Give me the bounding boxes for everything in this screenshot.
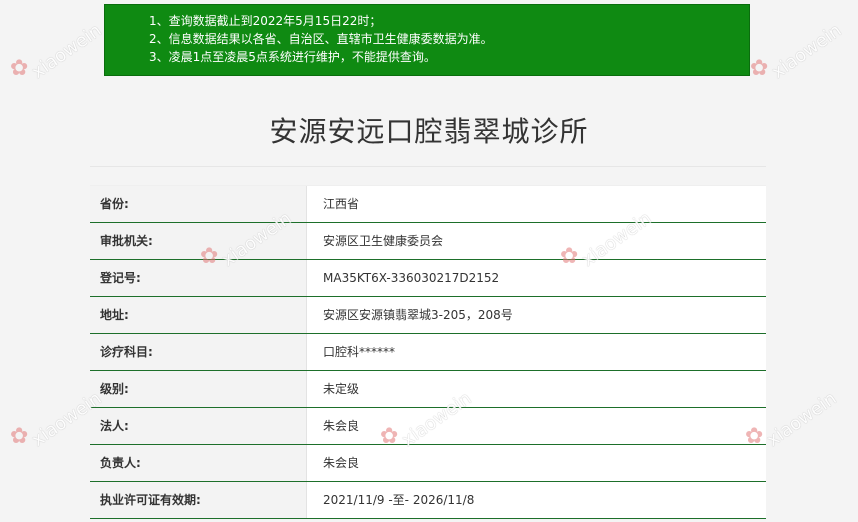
table-row: 登记号: MA35KT6X-336030217D2152 xyxy=(90,260,766,297)
row-label: 审批机关: xyxy=(90,223,306,259)
table-row: 审批机关: 安源区卫生健康委员会 xyxy=(90,223,766,260)
clinic-title: 安源安远口腔翡翠城诊所 xyxy=(269,115,589,148)
notice-line-3: 3、凌晨1点至凌晨5点系统进行维护，不能提供查询。 xyxy=(149,50,436,64)
row-label: 法人: xyxy=(90,408,306,444)
row-value: 朱会良 xyxy=(306,408,766,444)
watermark-text: xiaowein xyxy=(762,387,841,451)
row-value: 安源区安源镇翡翠城3-205，208号 xyxy=(306,297,766,333)
watermark: ✿ xiaowein xyxy=(745,388,855,451)
row-label: 省份: xyxy=(90,186,306,222)
notice-banner: 1、查询数据截止到2022年5月15日22时； 2、信息数据结果以各省、自治区、… xyxy=(104,4,750,76)
table-row: 负责人: 朱会良 xyxy=(90,445,766,482)
table-row: 地址: 安源区安源镇翡翠城3-205，208号 xyxy=(90,297,766,334)
table-row: 省份: 江西省 xyxy=(90,186,766,223)
row-value: MA35KT6X-336030217D2152 xyxy=(306,260,766,296)
watermark-text: xiaowein xyxy=(27,19,106,83)
watermark-text: xiaowein xyxy=(767,19,846,83)
row-value: 安源区卫生健康委员会 xyxy=(306,223,766,259)
row-value: 口腔科****** xyxy=(306,334,766,370)
table-row: 执业许可证有效期: 2021/11/9 -至- 2026/11/8 xyxy=(90,482,766,519)
row-label: 地址: xyxy=(90,297,306,333)
table-row: 级别: 未定级 xyxy=(90,371,766,408)
row-value: 未定级 xyxy=(306,371,766,407)
row-label: 诊疗科目: xyxy=(90,334,306,370)
row-label: 负责人: xyxy=(90,445,306,481)
notice-line-2: 2、信息数据结果以各省、自治区、直辖市卫生健康委数据为准。 xyxy=(149,32,493,46)
flower-logo-icon: ✿ xyxy=(10,56,29,81)
table-row: 诊疗科目: 口腔科****** xyxy=(90,334,766,371)
title-divider xyxy=(90,166,766,167)
flower-logo-icon: ✿ xyxy=(10,424,29,449)
row-label: 登记号: xyxy=(90,260,306,296)
row-value: 2021/11/9 -至- 2026/11/8 xyxy=(306,482,766,518)
watermark: ✿ xiaowein xyxy=(750,20,858,83)
row-value: 江西省 xyxy=(306,186,766,222)
notice-line-1: 1、查询数据截止到2022年5月15日22时； xyxy=(149,14,382,28)
table-row: 法人: 朱会良 xyxy=(90,408,766,445)
row-label: 级别: xyxy=(90,371,306,407)
row-label: 执业许可证有效期: xyxy=(90,482,306,518)
flower-logo-icon: ✿ xyxy=(750,56,769,81)
details-table: 省份: 江西省 审批机关: 安源区卫生健康委员会 登记号: MA35KT6X-3… xyxy=(90,185,766,519)
row-value: 朱会良 xyxy=(306,445,766,481)
